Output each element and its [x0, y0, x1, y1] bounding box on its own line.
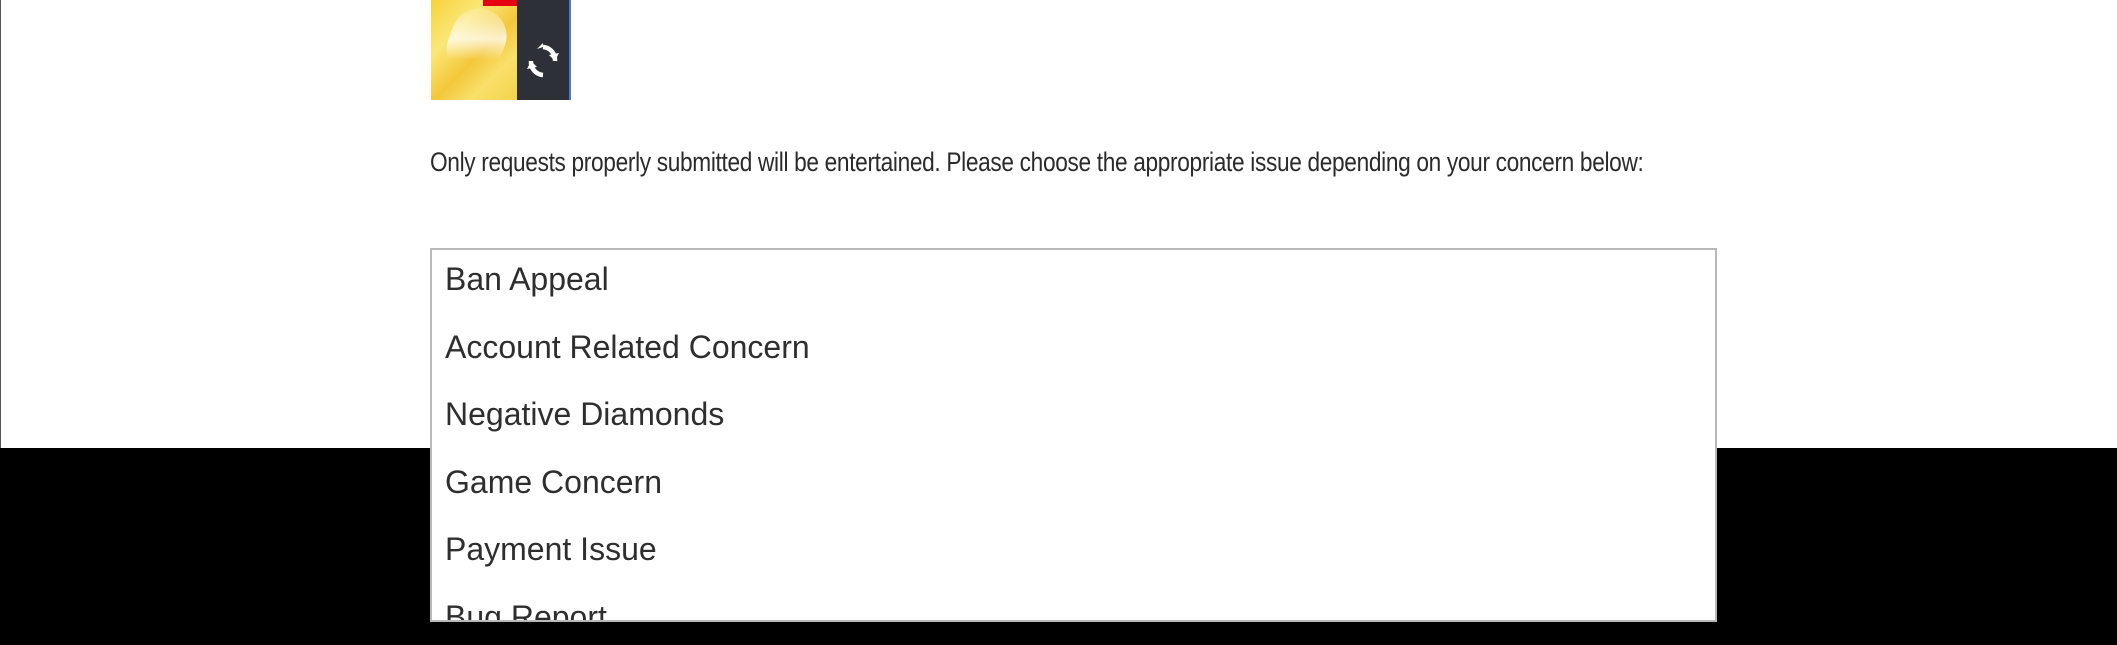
issue-option-bug-report[interactable]: Bug Report	[432, 588, 1715, 621]
issue-option-ban-appeal[interactable]: Ban Appeal	[432, 250, 1715, 318]
issue-select-list[interactable]: Ban Appeal Account Related Concern Negat…	[430, 248, 1717, 622]
issue-option-account-related-concern[interactable]: Account Related Concern	[432, 318, 1715, 386]
issue-option-game-concern[interactable]: Game Concern	[432, 453, 1715, 521]
refresh-icon	[527, 43, 559, 78]
captcha-image	[431, 0, 517, 100]
captcha-refresh-button[interactable]	[517, 0, 571, 100]
issue-option-payment-issue[interactable]: Payment Issue	[432, 520, 1715, 588]
issue-option-negative-diamonds[interactable]: Negative Diamonds	[432, 385, 1715, 453]
captcha-widget	[431, 0, 571, 100]
issue-instruction-text: Only requests properly submitted will be…	[430, 147, 1644, 177]
